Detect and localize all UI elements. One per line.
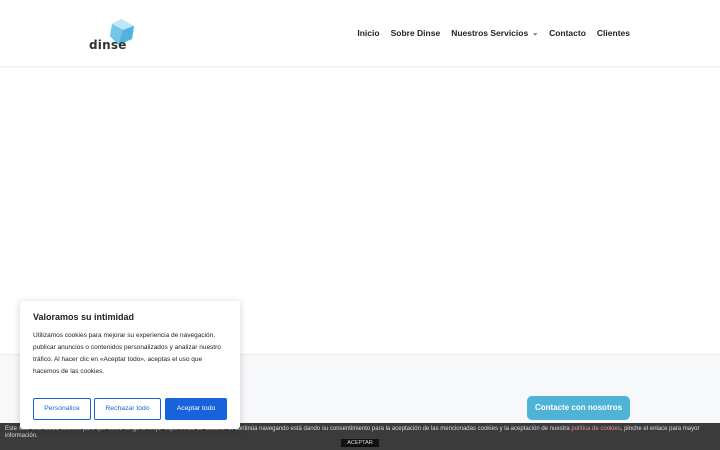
nav-label: Contacto [549, 28, 586, 38]
nav-item-nuestros-servicios[interactable]: Nuestros Servicios ⌄ [451, 28, 538, 38]
main-nav: Inicio Sobre Dinse Nuestros Servicios ⌄ C… [346, 28, 630, 38]
cookie-policy-link[interactable]: política de cookies [571, 426, 620, 432]
nav-item-sobre-dinse[interactable]: Sobre Dinse [391, 28, 441, 38]
cookie-consent-modal: Valoramos su intimidad Utilizamos cookie… [20, 301, 240, 429]
page: dinse Inicio Sobre Dinse Nuestros Servic… [0, 0, 720, 450]
site-header: dinse Inicio Sobre Dinse Nuestros Servic… [0, 0, 720, 67]
nav-item-inicio[interactable]: Inicio [357, 28, 379, 38]
nav-item-clientes[interactable]: Clientes [597, 28, 630, 38]
chevron-down-icon: ⌄ [532, 30, 539, 37]
logo-text: dinse [89, 38, 127, 52]
nav-label: Clientes [596, 28, 630, 38]
accept-all-button[interactable]: Aceptar todo [165, 398, 227, 420]
nav-label: Inicio [357, 28, 380, 38]
contact-us-button[interactable]: Contacte con nosotros [527, 396, 630, 420]
customize-button[interactable]: Personalice [33, 398, 91, 420]
reject-all-button[interactable]: Rechazar todo [94, 398, 161, 420]
consent-description: Utilizamos cookies para mejorar su exper… [33, 332, 221, 375]
nav-item-contacto[interactable]: Contacto [549, 28, 586, 38]
nav-label: Sobre Dinse [390, 28, 441, 38]
consent-title: Valoramos su intimidad [33, 312, 135, 322]
cookie-accept-button[interactable]: ACEPTAR [341, 439, 379, 447]
nav-label: Nuestros Servicios [451, 28, 529, 38]
site-logo[interactable]: dinse [89, 18, 139, 52]
